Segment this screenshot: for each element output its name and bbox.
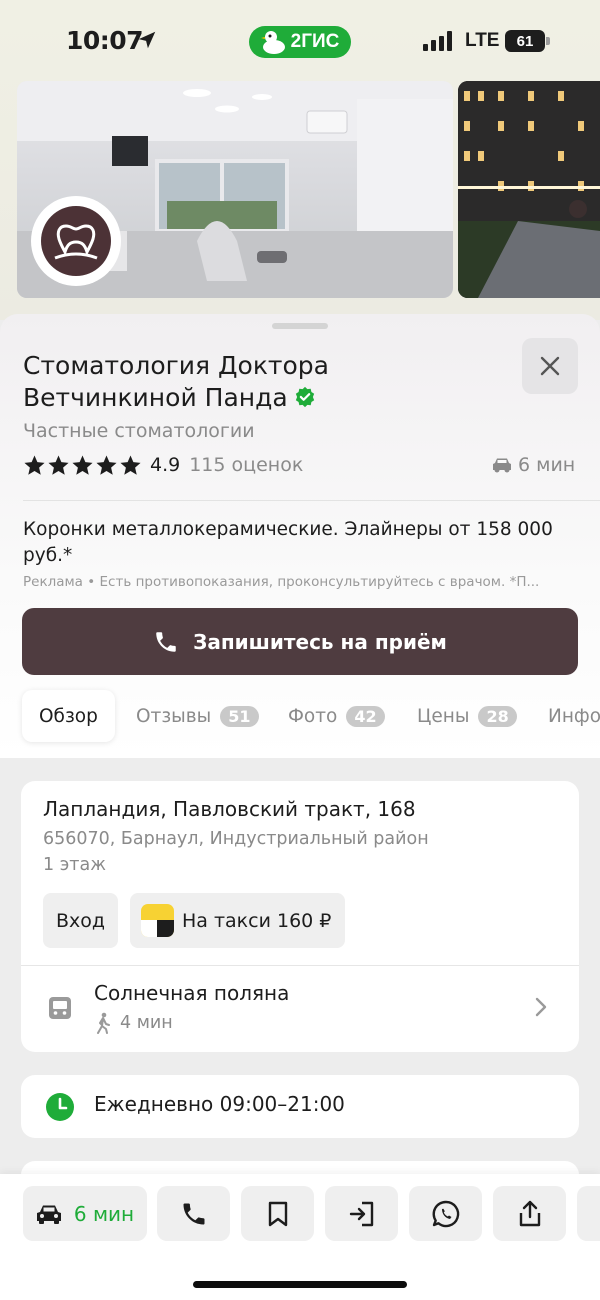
divider xyxy=(21,965,579,966)
hours-card[interactable]: Ежедневно 09:00–21:00 xyxy=(21,1075,579,1138)
hours-text: Ежедневно 09:00–21:00 xyxy=(94,1092,345,1116)
place-category: Частные стоматологии xyxy=(23,420,255,442)
divider xyxy=(23,500,600,501)
tab-overview-label: Обзор xyxy=(39,705,98,727)
entry-label: Вход xyxy=(55,909,106,932)
bus-stop-icon xyxy=(49,997,71,1019)
address-postal: 656070, Барнаул, Индустриальный район xyxy=(43,829,429,849)
rating-row[interactable]: 4.9 115 оценок xyxy=(23,452,303,478)
rating-value: 4.9 xyxy=(150,454,181,476)
sheet-grabber[interactable] xyxy=(272,323,328,329)
share-button[interactable] xyxy=(493,1186,566,1241)
transit-walk-time: 4 мин xyxy=(94,1012,173,1034)
bottom-action-bar: 6 мин xyxy=(0,1174,600,1300)
duck-icon xyxy=(260,31,285,54)
entry-button[interactable]: Вход xyxy=(43,893,118,948)
transit-stop-name[interactable]: Солнечная поляна xyxy=(94,981,289,1005)
route-button[interactable]: 6 мин xyxy=(23,1186,147,1241)
place-title: Стоматология Доктора Ветчинкиной Панда xyxy=(23,350,453,414)
bookmark-button[interactable] xyxy=(241,1186,314,1241)
walk-icon xyxy=(97,1012,110,1034)
tab-photos[interactable]: Фото 42 xyxy=(288,690,385,742)
app-badge-label: 2ГИС xyxy=(290,31,340,52)
tab-bar: Обзор Отзывы 51 Фото 42 Цены 28 Инфо xyxy=(0,690,600,744)
whatsapp-icon xyxy=(432,1200,459,1227)
place-header: Стоматология Доктора Ветчинкиной Панда Ч… xyxy=(0,314,600,758)
tooth-icon xyxy=(54,224,98,260)
app-badge[interactable]: 2ГИС xyxy=(249,26,351,58)
star-icon xyxy=(48,454,69,475)
address-card: Лапландия, Павловский тракт, 168 656070,… xyxy=(21,781,579,1052)
login-icon xyxy=(349,1201,373,1226)
battery-level: 61 xyxy=(505,30,545,52)
tab-overview[interactable]: Обзор xyxy=(22,690,115,742)
tab-photos-count: 42 xyxy=(346,705,385,727)
tab-prices[interactable]: Цены 28 xyxy=(417,690,517,742)
ad-disclaimer: • Есть противопоказания, проконсультируй… xyxy=(82,574,540,590)
ad-meta: Реклама • Есть противопоказания, проконс… xyxy=(23,574,583,590)
battery-icon: 61 xyxy=(505,30,550,52)
building-photo xyxy=(458,81,600,298)
tab-prices-count: 28 xyxy=(478,705,517,727)
more-button[interactable] xyxy=(577,1186,600,1241)
signal-icon xyxy=(423,31,452,51)
status-bar: 10:07 2ГИС LTE 61 xyxy=(0,0,600,80)
drive-time-label: 6 мин xyxy=(518,454,576,476)
car-icon xyxy=(493,458,511,473)
entrance-button[interactable] xyxy=(325,1186,398,1241)
call-button[interactable] xyxy=(157,1186,230,1241)
star-icon xyxy=(120,454,141,475)
tab-reviews-count: 51 xyxy=(220,705,259,727)
taxi-button[interactable]: На такси 160 ₽ xyxy=(130,893,345,948)
ad-text[interactable]: Коронки металлокерамические. Элайнеры от… xyxy=(23,517,563,569)
close-icon xyxy=(540,356,560,376)
tab-prices-label: Цены xyxy=(417,705,470,727)
yandex-taxi-icon xyxy=(141,904,174,937)
location-arrow-icon xyxy=(138,31,156,49)
rating-count[interactable]: 115 оценок xyxy=(189,454,303,476)
route-time-label: 6 мин xyxy=(73,1201,135,1226)
phone-icon xyxy=(183,1203,204,1224)
drive-time[interactable]: 6 мин xyxy=(492,452,575,478)
chevron-right-icon[interactable] xyxy=(533,996,549,1018)
walk-time-label: 4 мин xyxy=(120,1013,173,1033)
home-indicator[interactable] xyxy=(193,1281,407,1288)
bookmark-icon xyxy=(268,1201,287,1226)
place-title-text: Стоматология Доктора Ветчинкиной Панда xyxy=(23,351,329,412)
car-icon xyxy=(36,1205,61,1224)
tab-info-label: Инфо xyxy=(548,705,600,727)
book-appointment-label: Запишитесь на приём xyxy=(193,629,447,654)
phone-icon xyxy=(156,631,176,652)
star-icon xyxy=(24,454,45,475)
star-icon xyxy=(72,454,93,475)
share-icon xyxy=(519,1200,540,1226)
place-card-sheet: Стоматология Доктора Ветчинкиной Панда Ч… xyxy=(0,314,600,1300)
tab-reviews[interactable]: Отзывы 51 xyxy=(136,690,259,742)
gallery-photo-building[interactable] xyxy=(458,81,600,298)
network-type: LTE xyxy=(465,30,500,51)
address-main[interactable]: Лапландия, Павловский тракт, 168 xyxy=(43,797,416,821)
tab-reviews-label: Отзывы xyxy=(136,705,212,727)
rating-stars xyxy=(23,454,142,477)
star-icon xyxy=(96,454,117,475)
ad-label: Реклама xyxy=(23,574,83,590)
address-floor: 1 этаж xyxy=(43,855,106,875)
whatsapp-button[interactable] xyxy=(409,1186,482,1241)
close-button[interactable] xyxy=(522,338,578,394)
tab-photos-label: Фото xyxy=(288,705,338,727)
clock-icon xyxy=(46,1093,74,1121)
clinic-logo xyxy=(31,196,121,286)
verified-badge-icon xyxy=(295,386,314,408)
book-appointment-button[interactable]: Запишитесь на приём xyxy=(22,608,578,675)
tab-info[interactable]: Инфо xyxy=(548,690,600,742)
taxi-label: На такси 160 ₽ xyxy=(182,909,332,932)
status-time: 10:07 xyxy=(66,26,144,55)
